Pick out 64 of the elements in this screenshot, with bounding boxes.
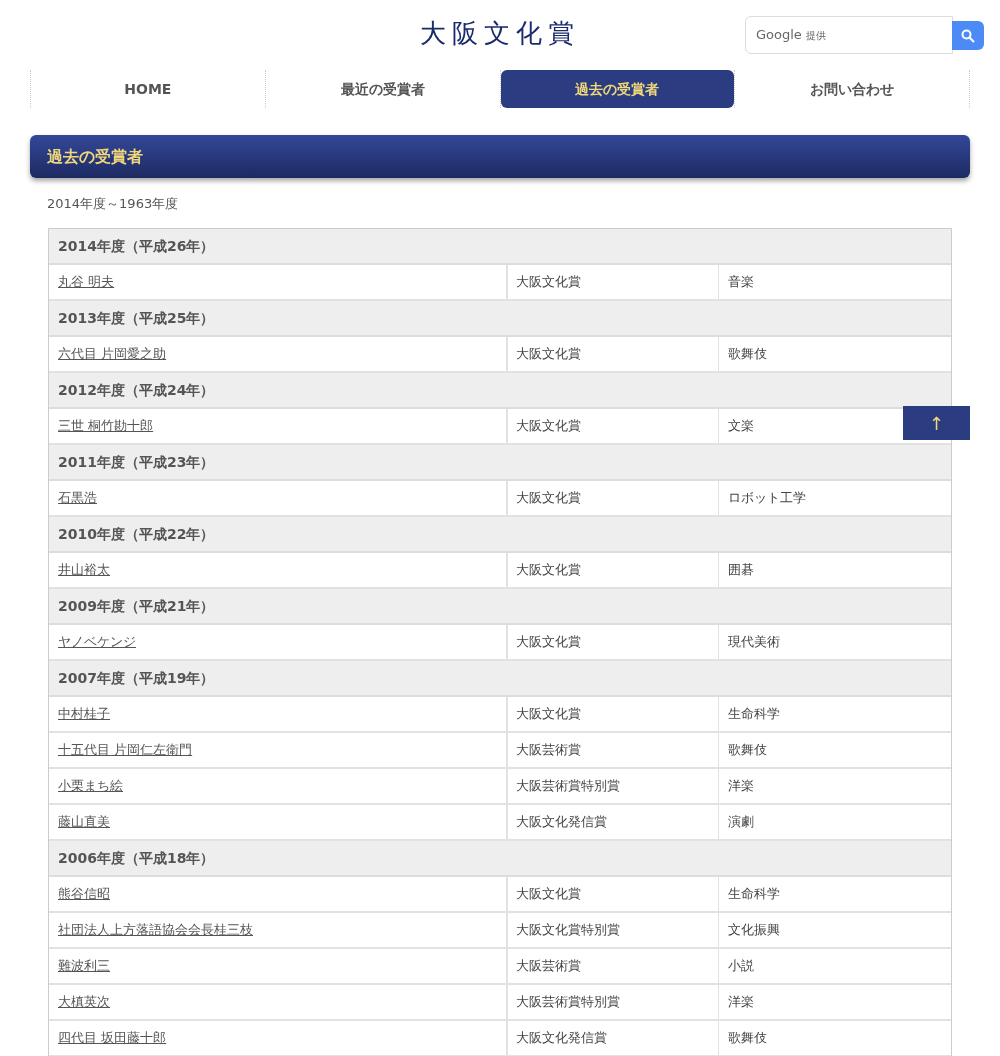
winner-link[interactable]: 小栗まち絵 [58, 776, 123, 796]
year-heading: 2012年度（平成24年） [58, 380, 215, 400]
search-field[interactable]: Google 提供 [745, 16, 953, 54]
nav-tab[interactable]: 過去の受賞者 [500, 70, 735, 108]
award-cell-text: 大阪芸術賞特別賞 [516, 777, 620, 796]
award-cell-text: 大阪文化賞 [516, 345, 581, 364]
award-cell-text: 大阪文化賞 [516, 561, 581, 580]
award-cell-text: 大阪文化賞 [516, 633, 581, 652]
winner-link[interactable]: 井山裕太 [58, 560, 110, 580]
winner-link[interactable]: 六代目 片岡愛之助 [58, 344, 167, 364]
back-to-top-button[interactable]: ↑ [903, 406, 970, 440]
award-cell-text: 大阪文化発信賞 [516, 813, 607, 832]
year-range: 2014年度～1963年度 [47, 196, 179, 211]
winner-link[interactable]: ヤノベケンジ [58, 632, 136, 652]
award-cell-text: 大阪文化賞 [516, 417, 581, 436]
year-heading: 2013年度（平成25年） [58, 308, 215, 328]
field-cell-text: 歌舞伎 [728, 345, 767, 364]
field-cell-text: 囲碁 [728, 561, 754, 580]
field-cell-text: 生命科学 [728, 705, 780, 724]
field-cell-text: 洋楽 [728, 777, 754, 796]
award-cell-text: 大阪芸術賞特別賞 [516, 993, 620, 1012]
field-cell-text: 文化振興 [728, 921, 780, 940]
winner-link[interactable]: 社団法人上方落語協会会長桂三枝 [58, 920, 253, 940]
winner-link[interactable]: 中村桂子 [58, 704, 110, 724]
award-cell-text: 大阪文化賞 [516, 273, 581, 292]
winner-link[interactable]: 三世 桐竹勘十郎 [58, 416, 154, 436]
nav-tab[interactable]: 最近の受賞者 [265, 70, 500, 108]
year-heading: 2006年度（平成18年） [58, 848, 215, 868]
award-cell-text: 大阪文化賞 [516, 705, 581, 724]
field-cell-text: 生命科学 [728, 885, 780, 904]
winner-link[interactable]: 四代目 坂田藤十郎 [58, 1028, 167, 1048]
field-cell-text: 小説 [728, 957, 754, 976]
field-cell-text: 文楽 [728, 417, 754, 436]
field-cell-text: 洋楽 [728, 993, 754, 1012]
winner-link[interactable]: 大槙英次 [58, 992, 110, 1012]
field-cell-text: 歌舞伎 [728, 1029, 767, 1048]
year-heading: 2009年度（平成21年） [58, 596, 215, 616]
year-heading: 2007年度（平成19年） [58, 668, 215, 688]
search-button[interactable] [952, 21, 984, 50]
year-heading: 2011年度（平成23年） [58, 452, 215, 472]
section-title: 過去の受賞者 [47, 145, 143, 168]
nav-tab[interactable]: HOME [31, 70, 265, 108]
award-cell-text: 大阪文化賞 [516, 489, 581, 508]
award-cell-text: 大阪文化賞 [516, 885, 581, 904]
search-icon [961, 28, 975, 43]
winner-link[interactable]: 石黒浩 [58, 488, 97, 508]
field-cell-text: ロボット工学 [728, 489, 806, 508]
field-cell-text: 現代美術 [728, 633, 780, 652]
field-cell-text: 音楽 [728, 273, 754, 292]
year-heading: 2014年度（平成26年） [58, 236, 215, 256]
award-cell-text: 大阪文化発信賞 [516, 1029, 607, 1048]
winner-link[interactable]: 熊谷信昭 [58, 884, 110, 904]
nav-tab[interactable]: お問い合わせ [735, 70, 969, 108]
field-cell-text: 演劇 [728, 813, 754, 832]
year-heading: 2010年度（平成22年） [58, 524, 215, 544]
award-cell-text: 大阪芸術賞 [516, 957, 581, 976]
winner-link[interactable]: 丸谷 明夫 [58, 272, 115, 292]
winner-link[interactable]: 十五代目 片岡仁左衛門 [58, 740, 193, 760]
award-cell-text: 大阪文化賞特別賞 [516, 921, 620, 940]
field-cell-text: 歌舞伎 [728, 741, 767, 760]
winner-link[interactable]: 藤山直美 [58, 812, 110, 832]
award-cell-text: 大阪芸術賞 [516, 741, 581, 760]
site-logo[interactable]: 大阪文化賞 [420, 14, 580, 53]
winner-link[interactable]: 難波利三 [58, 956, 110, 976]
